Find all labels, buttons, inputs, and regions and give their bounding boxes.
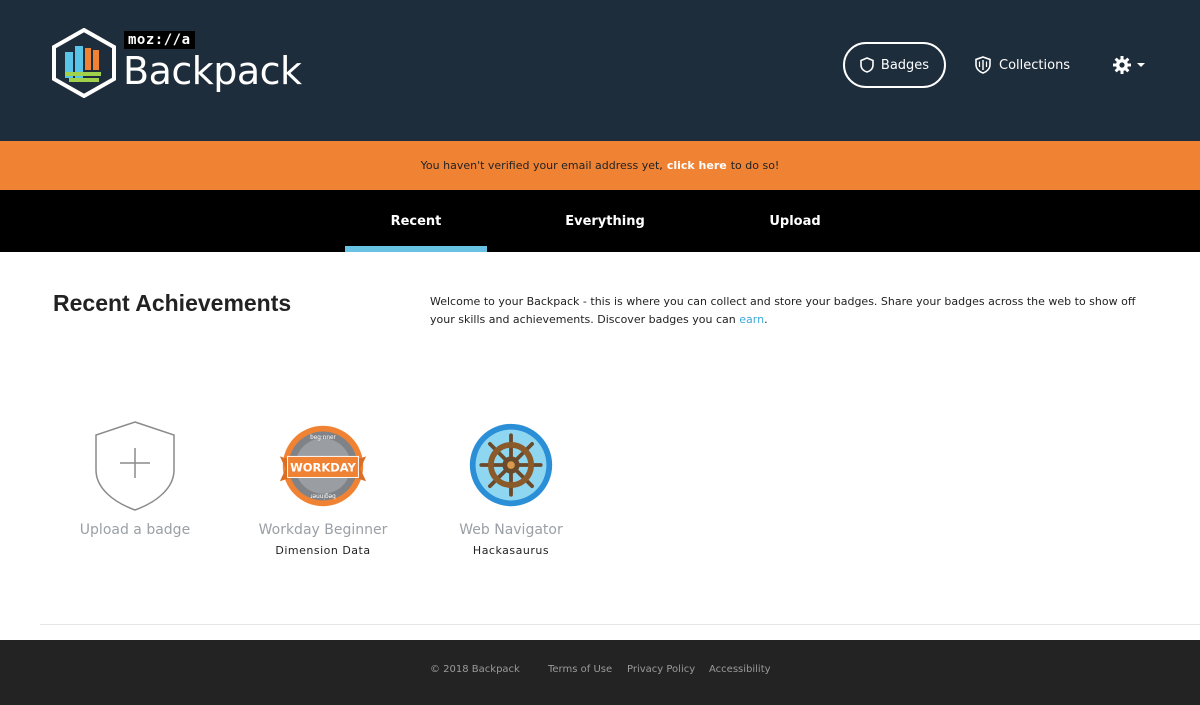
footer: © 2018 Backpack Terms of Use Privacy Pol…: [0, 640, 1200, 705]
backpack-hex-logo-icon: [52, 28, 116, 98]
nav-badges-button[interactable]: Badges: [843, 42, 946, 88]
app-title: Backpack: [123, 49, 302, 93]
badge-issuer: Dimension Data: [275, 544, 371, 557]
badge-name: Workday Beginner: [258, 522, 388, 538]
alert-text-before: You haven't verified your email address …: [420, 159, 663, 172]
caret-down-icon: [1137, 63, 1145, 67]
tab-everything[interactable]: Everything: [535, 190, 675, 252]
nav-collections-button[interactable]: Collections: [973, 52, 1070, 78]
welcome-period: .: [764, 313, 768, 326]
badge-ribbon-text: WORKDAY: [290, 461, 356, 475]
badge-card-web-navigator[interactable]: Web Navigator Hackasaurus: [431, 418, 591, 557]
footer-accessibility-link[interactable]: Accessibility: [709, 664, 771, 675]
mozilla-wordmark: moz://a: [124, 31, 195, 49]
top-header: moz://a Backpack Badges Collections: [0, 0, 1200, 141]
backpack-logo[interactable]: moz://a Backpack: [51, 28, 311, 98]
settings-menu-button[interactable]: [1112, 52, 1145, 78]
tab-upload[interactable]: Upload: [725, 190, 865, 252]
upload-badge-card[interactable]: Upload a badge: [55, 418, 215, 539]
shield-icon: [860, 57, 874, 73]
badge-issuer: Hackasaurus: [472, 544, 550, 557]
badge-arc-bottom-text: beginner: [310, 493, 336, 499]
page-title: Recent Achievements: [53, 290, 292, 316]
tab-bar: Recent Everything Upload: [0, 190, 1200, 252]
footer-copyright: © 2018 Backpack: [430, 664, 520, 675]
content-divider: [40, 624, 1200, 625]
badge-name: Web Navigator: [459, 522, 563, 538]
collections-shield-icon: [975, 56, 991, 74]
nav-collections-label: Collections: [999, 57, 1071, 73]
tab-recent[interactable]: Recent: [345, 190, 487, 252]
gear-icon: [1113, 56, 1131, 74]
badge-arc-top-text: beg·nner: [310, 435, 336, 441]
alert-text-after: to do so!: [730, 159, 780, 172]
ship-wheel-badge-icon: [469, 423, 553, 507]
email-verification-alert: You haven't verified your email address …: [0, 141, 1200, 190]
badge-card-workday-beginner[interactable]: WORKDAY beg·nner beginner Workday Beginn…: [243, 418, 403, 557]
earn-link[interactable]: earn: [739, 313, 764, 326]
nav-badges-label: Badges: [880, 57, 930, 73]
workday-badge-icon: WORKDAY beg·nner beginner: [279, 425, 367, 507]
verify-email-link[interactable]: click here: [667, 159, 727, 172]
footer-privacy-link[interactable]: Privacy Policy: [627, 664, 695, 675]
upload-badge-icon: [95, 421, 175, 511]
badge-name: Upload a badge: [79, 522, 191, 538]
welcome-body: Welcome to your Backpack - this is where…: [430, 295, 1136, 326]
welcome-text: Welcome to your Backpack - this is where…: [430, 293, 1150, 329]
footer-terms-link[interactable]: Terms of Use: [548, 664, 612, 675]
